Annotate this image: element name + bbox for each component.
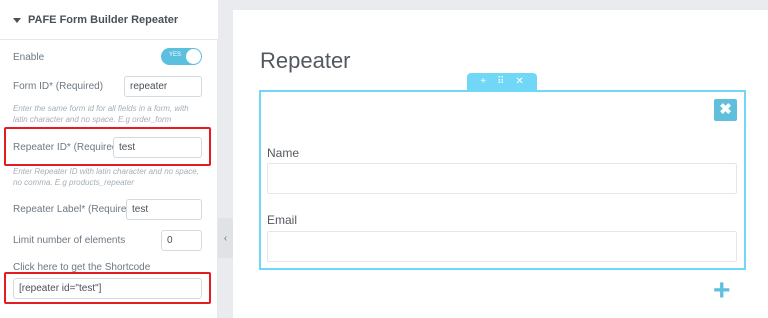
- enable-label: Enable: [13, 52, 45, 63]
- form-id-label: Form ID* (Required): [13, 81, 104, 92]
- name-field-input[interactable]: [267, 163, 737, 194]
- repeater-id-hint: Enter Repeater ID with latin character a…: [13, 167, 199, 187]
- limit-input[interactable]: 0: [161, 230, 202, 251]
- section-header[interactable]: PAFE Form Builder Repeater: [0, 0, 218, 40]
- email-field-label: Email: [267, 213, 298, 227]
- toggle-knob: [186, 49, 201, 64]
- remove-item-button[interactable]: ✖: [714, 99, 737, 121]
- add-item-icon[interactable]: +: [713, 276, 731, 306]
- preview-title: Repeater: [260, 48, 351, 73]
- highlight-shortcode: [4, 272, 211, 304]
- form-id-hint: Enter the same form id for all fields in…: [13, 104, 189, 124]
- element-handle-bar: + ⠿ ✕: [467, 73, 537, 90]
- enable-toggle[interactable]: YES: [161, 48, 202, 65]
- name-field-label: Name: [267, 146, 300, 160]
- highlight-repeater-id: [4, 127, 211, 166]
- caret-down-icon: [13, 18, 21, 23]
- add-element-icon[interactable]: +: [480, 73, 486, 90]
- limit-label: Limit number of elements: [13, 235, 126, 246]
- repeater-label-label: Repeater Label* (Required): [13, 204, 136, 215]
- email-field-input[interactable]: [267, 231, 737, 262]
- repeater-label-input[interactable]: test: [126, 199, 202, 220]
- collapse-panel-button[interactable]: ‹: [218, 218, 233, 258]
- section-title: PAFE Form Builder Repeater: [28, 14, 179, 26]
- toggle-text: YES: [169, 52, 182, 58]
- form-id-input[interactable]: repeater: [124, 76, 202, 97]
- chevron-left-icon: ‹: [223, 232, 228, 244]
- drag-handle-icon[interactable]: ⠿: [497, 73, 504, 90]
- delete-element-icon[interactable]: ✕: [515, 73, 523, 90]
